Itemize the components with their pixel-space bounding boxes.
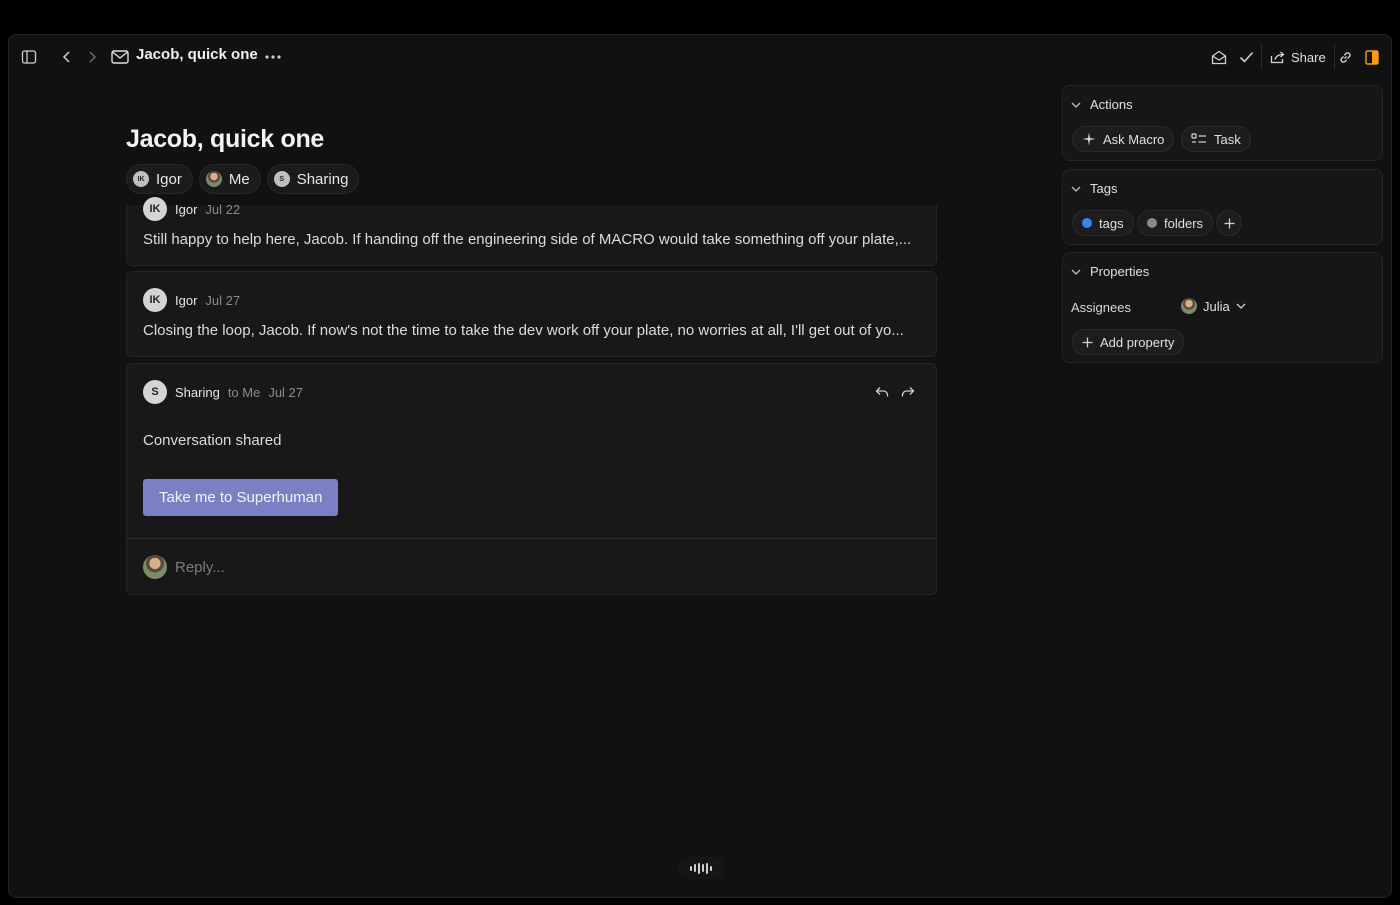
participant-chip-igor[interactable]: IK Igor [126,164,193,194]
assignee-select[interactable]: Julia [1181,298,1246,314]
actions-panel: Actions Ask Macro Task [1062,85,1383,161]
avatar [1181,298,1197,314]
chevron-down-icon [1071,269,1081,275]
tag-chip-tags[interactable]: tags [1072,210,1134,236]
assignees-label: Assignees [1071,300,1131,315]
sender-name: Igor [175,201,198,217]
waveform-bar [690,865,692,871]
button-label: Task [1214,131,1241,147]
message-card[interactable]: IK Igor Jul 22 Still happy to help here,… [126,197,937,266]
message-card[interactable]: IK Igor Jul 27 Closing the loop, Jacob. … [126,271,937,357]
sidebar-toggle-icon[interactable] [19,47,39,67]
assignee-name: Julia [1203,298,1230,314]
message-body: Conversation shared [143,432,282,449]
top-bar: Jacob, quick one Share [9,35,1391,79]
message-snippet: Still happy to help here, Jacob. If hand… [143,231,912,248]
add-property-button[interactable]: Add property [1072,329,1185,355]
avatar: IK [143,288,167,312]
message-header: IK Igor Jul 27 [143,288,240,312]
reply-icon[interactable] [872,382,892,402]
participant-name: Me [228,170,250,188]
task-list-icon [1191,133,1206,143]
share-button[interactable]: Share [1261,44,1335,70]
participants-row: IK Igor Me S Sharing [126,164,360,194]
avatar: S [273,171,290,187]
tags-panel: Tags tags folders [1062,169,1383,245]
message-date: Jul 27 [205,292,241,308]
properties-header[interactable]: Properties [1071,264,1149,279]
participant-name: Igor [156,170,182,188]
forward-icon[interactable] [898,382,918,402]
avatar: IK [143,197,167,221]
voice-input-icon[interactable] [677,857,725,879]
button-label: Ask Macro [1103,131,1165,147]
ask-macro-button[interactable]: Ask Macro [1072,126,1175,152]
waveform-bar [702,864,704,872]
link-icon[interactable] [1335,47,1355,67]
sparkle-icon [1082,132,1096,146]
right-panel-toggle-icon[interactable] [1362,47,1382,67]
waveform-bar [698,862,700,874]
tag-color-dot [1082,218,1092,228]
mail-icon [109,46,131,68]
more-options-icon[interactable] [263,47,283,67]
section-title: Properties [1090,264,1150,279]
reply-bar[interactable]: Reply... [127,538,936,596]
chevron-down-icon [1071,186,1081,192]
chevron-down-icon [1071,102,1081,108]
avatar [205,171,222,187]
tag-chip-folders[interactable]: folders [1137,210,1214,236]
participant-chip-me[interactable]: Me [198,164,261,194]
button-label: Add property [1100,334,1175,350]
tag-color-dot [1147,218,1157,228]
waveform-bar [706,862,708,874]
superhuman-link-button[interactable]: Take me to Superhuman [143,479,339,516]
tag-label: folders [1164,215,1204,231]
message-date: Jul 22 [205,201,241,217]
chevron-down-icon [1236,303,1246,309]
section-title: Tags [1090,181,1118,196]
properties-panel: Properties Assignees Julia Add property [1062,252,1383,363]
avatar [143,555,167,579]
mark-unread-icon[interactable] [1209,47,1229,67]
tags-header[interactable]: Tags [1071,181,1117,196]
panel-icon [1365,49,1379,65]
reply-input[interactable]: Reply... [175,559,225,576]
plus-icon [1082,337,1093,347]
participant-chip-sharing[interactable]: S Sharing [266,164,360,194]
avatar: S [143,380,167,404]
sender-name: Sharing [175,384,220,400]
message-card-expanded: S Sharing to Me Jul 27 Conversation shar… [126,363,937,595]
share-label: Share [1291,49,1326,65]
section-title: Actions [1090,97,1133,112]
avatar: IK [133,171,149,187]
message-snippet: Closing the loop, Jacob. If now's not th… [143,322,904,339]
sender-name: Igor [175,292,198,308]
app-window: Jacob, quick one Share Jacob, quick one … [8,34,1392,898]
add-tag-button[interactable] [1216,210,1242,236]
page-title: Jacob, quick one [126,125,325,153]
back-arrow-icon[interactable] [57,47,77,67]
waveform-bar [710,865,712,871]
header-title: Jacob, quick one [136,46,258,63]
participant-name: Sharing [296,170,349,188]
message-header: IK Igor Jul 22 [143,197,240,221]
task-button[interactable]: Task [1181,126,1251,152]
message-recipient: to Me [227,384,261,400]
message-date: Jul 27 [268,384,304,400]
message-header: S Sharing to Me Jul 27 [143,380,303,404]
share-icon [1270,51,1285,63]
forward-arrow-icon[interactable] [82,47,102,67]
checkmark-icon[interactable] [1236,47,1256,67]
actions-header[interactable]: Actions [1071,97,1133,112]
plus-icon [1224,218,1234,228]
tag-label: tags [1099,215,1124,231]
waveform-bar [694,864,696,872]
